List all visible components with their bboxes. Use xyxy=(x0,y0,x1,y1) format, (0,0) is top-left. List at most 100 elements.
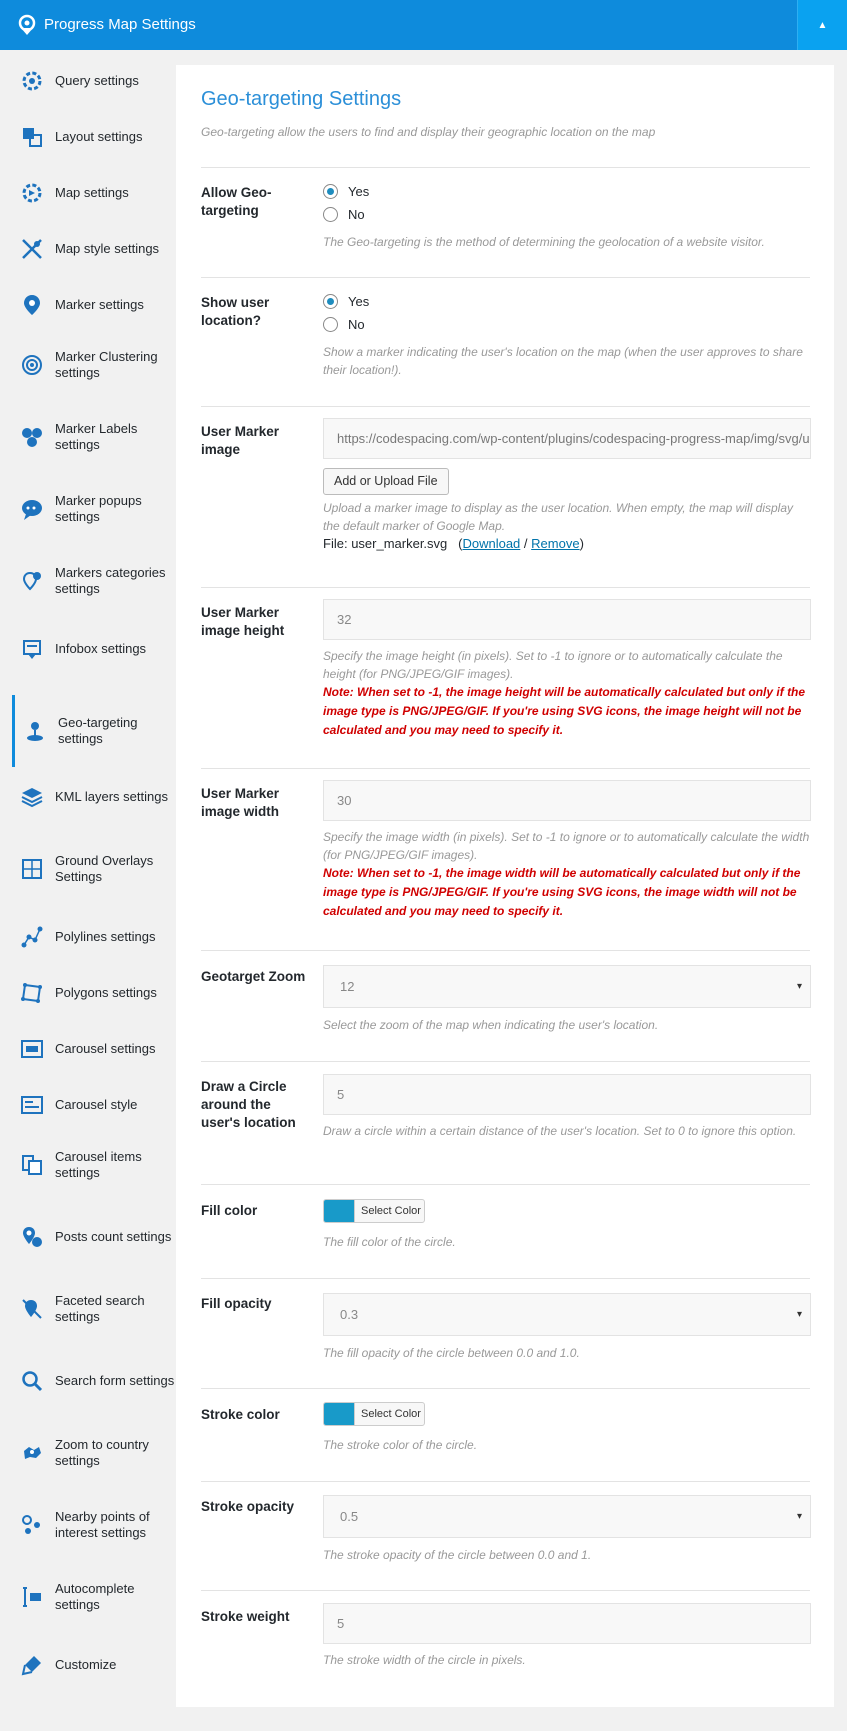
ground-overlay-icon xyxy=(22,859,42,879)
fill-opacity-select[interactable]: 0.3 ▾ xyxy=(323,1293,811,1336)
marker-image-label: User Marker image xyxy=(201,424,280,457)
sidebar-item-label: Marker Labels settings xyxy=(55,421,138,452)
page-description: Geo-targeting allow the users to find an… xyxy=(201,125,656,139)
fill-color-help: The fill color of the circle. xyxy=(323,1235,456,1249)
search-icon xyxy=(22,1371,43,1392)
sidebar-item-search-form[interactable]: Search form settings xyxy=(0,1361,175,1401)
sidebar-item-map-style[interactable]: Map style settings xyxy=(0,233,175,265)
map-gear-icon xyxy=(22,183,42,203)
geo-targeting-icon xyxy=(27,722,43,741)
sidebar-item-marker-popups[interactable]: Marker popups settings xyxy=(0,489,175,529)
stroke-opacity-help: The stroke opacity of the circle between… xyxy=(323,1548,592,1562)
marker-image-url-input[interactable]: https://codespacing.com/wp-content/plugi… xyxy=(323,418,811,459)
sidebar-item-carousel[interactable]: Carousel settings xyxy=(0,1033,175,1065)
marker-width-help: Specify the image width (in pixels). Set… xyxy=(323,830,810,862)
marker-width-note: Note: When set to -1, the image width wi… xyxy=(323,866,801,918)
sidebar-item-label: Infobox settings xyxy=(55,641,147,656)
sidebar-item-label: Marker Clustering settings xyxy=(55,349,158,380)
stroke-color-picker[interactable]: Select Color xyxy=(323,1402,425,1426)
sidebar-item-label: Posts count settings xyxy=(55,1229,172,1244)
radio-checked-icon xyxy=(323,294,338,309)
sidebar-item-autocomplete[interactable]: Autocomplete settings xyxy=(0,1577,175,1617)
sidebar-item-customize[interactable]: Customize xyxy=(0,1649,175,1681)
download-link[interactable]: Download xyxy=(462,536,520,551)
sidebar-item-polylines[interactable]: Polylines settings xyxy=(0,921,175,953)
sidebar-item-label: Map settings xyxy=(55,185,129,200)
divider xyxy=(201,1590,810,1591)
sidebar-item-label: Autocomplete settings xyxy=(55,1581,135,1612)
sidebar-item-label: Markers categories settings xyxy=(55,565,166,596)
radio-label: Yes xyxy=(348,184,370,199)
file-name: user_marker.svg xyxy=(351,536,448,551)
sidebar-item-label: Layout settings xyxy=(55,129,143,144)
sidebar-item-zoom-country[interactable]: Zoom to country settings xyxy=(0,1433,175,1473)
layers-icon xyxy=(21,788,43,808)
sidebar-item-marker-labels[interactable]: Marker Labels settings xyxy=(0,417,175,457)
circle-radius-input[interactable]: 5 xyxy=(323,1074,811,1115)
stroke-color-field: Select Color The stroke color of the cir… xyxy=(323,1402,477,1454)
show-user-yes-radio[interactable]: Yes xyxy=(323,290,811,313)
cluster-icon xyxy=(22,355,42,375)
sidebar-item-carousel-style[interactable]: Carousel style xyxy=(0,1089,175,1121)
sidebar-item-layout[interactable]: Layout settings xyxy=(0,121,175,153)
circle-help: Draw a circle within a certain distance … xyxy=(323,1124,797,1138)
geotarget-zoom-select[interactable]: 12 ▾ xyxy=(323,965,811,1008)
geotarget-zoom-field: 12 ▾ Select the zoom of the map when ind… xyxy=(323,965,811,1034)
divider xyxy=(201,277,810,278)
sidebar-item-geo-targeting[interactable]: Geo-targeting settings xyxy=(12,695,175,767)
sidebar-item-label: Carousel settings xyxy=(55,1041,156,1056)
select-value: 12 xyxy=(340,979,355,994)
allow-geo-yes-radio[interactable]: Yes xyxy=(323,180,765,203)
app-title: Progress Map Settings xyxy=(44,16,196,33)
zoom-country-icon xyxy=(24,1447,41,1459)
collapse-button[interactable]: ▲ xyxy=(797,0,847,50)
sidebar-item-ground-overlays[interactable]: Ground Overlays Settings xyxy=(0,849,175,889)
layout-icon xyxy=(23,128,42,147)
settings-panel: Geo-targeting Settings Geo-targeting all… xyxy=(176,65,834,1707)
radio-label: No xyxy=(348,317,365,332)
radio-unchecked-icon xyxy=(323,207,338,222)
circle-field: 5 Draw a circle within a certain distanc… xyxy=(323,1074,811,1140)
fill-color-swatch xyxy=(324,1200,354,1222)
radio-label: Yes xyxy=(348,294,370,309)
sidebar-item-posts-count[interactable]: Posts count settings xyxy=(0,1217,175,1257)
sidebar-item-label: Polygons settings xyxy=(55,985,157,1000)
stroke-weight-field: 5 The stroke width of the circle in pixe… xyxy=(323,1603,811,1669)
show-user-no-radio[interactable]: No xyxy=(323,313,811,336)
sidebar-item-faceted-search[interactable]: Faceted search settings xyxy=(0,1289,175,1329)
sidebar-item-query[interactable]: Query settings xyxy=(0,65,175,97)
remove-link[interactable]: Remove xyxy=(531,536,579,551)
sidebar-item-markers-categories[interactable]: Markers categories settings xyxy=(0,561,175,601)
stroke-color-help: The stroke color of the circle. xyxy=(323,1438,478,1452)
sidebar-item-map[interactable]: Map settings xyxy=(0,177,175,209)
sidebar-item-infobox[interactable]: Infobox settings xyxy=(0,633,175,665)
stroke-weight-input[interactable]: 5 xyxy=(323,1603,811,1644)
sidebar-item-marker-clustering[interactable]: Marker Clustering settings xyxy=(0,345,175,385)
marker-width-input[interactable]: 30 xyxy=(323,780,811,821)
sidebar-item-polygons[interactable]: Polygons settings xyxy=(0,977,175,1009)
fill-opacity-field: 0.3 ▾ The fill opacity of the circle bet… xyxy=(323,1293,811,1362)
sidebar-item-kml-layers[interactable]: KML layers settings xyxy=(0,777,175,817)
upload-file-button[interactable]: Add or Upload File xyxy=(323,468,449,495)
stroke-color-label: Stroke color xyxy=(201,1407,280,1422)
file-prefix: File: xyxy=(323,536,348,551)
divider xyxy=(201,587,810,588)
sidebar-item-carousel-items[interactable]: Carousel items settings xyxy=(0,1145,175,1185)
stroke-opacity-select[interactable]: 0.5 ▾ xyxy=(323,1495,811,1538)
top-bar: Progress Map Settings ▲ xyxy=(0,0,847,50)
marker-image-help: Upload a marker image to display as the … xyxy=(323,501,793,533)
divider xyxy=(201,1388,810,1389)
allow-geo-label: Allow Geo-targeting xyxy=(201,185,272,218)
marker-file-info: File: user_marker.svg (Download / Remove… xyxy=(323,536,811,551)
sidebar-item-nearby-poi[interactable]: Nearby points of interest settings xyxy=(0,1505,175,1545)
marker-height-input[interactable]: 32 xyxy=(323,599,811,640)
allow-geo-help: The Geo-targeting is the method of deter… xyxy=(323,235,765,249)
allow-geo-no-radio[interactable]: No xyxy=(323,203,765,226)
show-user-field: Yes No Show a marker indicating the user… xyxy=(323,290,811,379)
carousel-items-icon xyxy=(22,1155,42,1175)
faceted-search-icon xyxy=(22,1299,42,1319)
polygon-icon xyxy=(21,983,42,1003)
paren: ) xyxy=(579,536,584,551)
fill-color-picker[interactable]: Select Color xyxy=(323,1199,425,1223)
sidebar-item-marker[interactable]: Marker settings xyxy=(0,289,175,321)
